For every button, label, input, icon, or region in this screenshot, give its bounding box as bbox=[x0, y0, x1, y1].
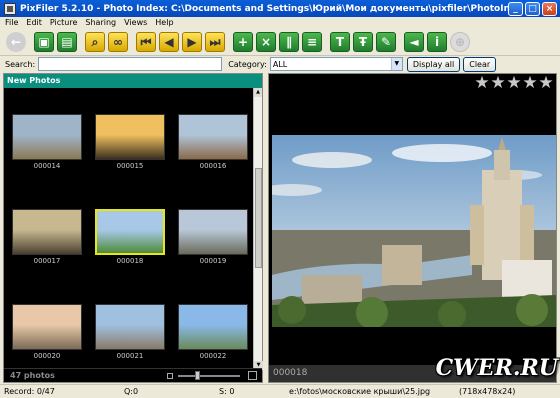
thumbnail-label: 000017 bbox=[33, 257, 61, 265]
delete-icon[interactable]: × bbox=[256, 32, 276, 52]
rating-stars[interactable]: ★ ★ ★ ★ ★ bbox=[474, 75, 554, 92]
thumbnail-image bbox=[12, 114, 82, 160]
thumbnail-label: 000016 bbox=[199, 162, 227, 170]
category-value: ALL bbox=[272, 59, 288, 69]
small-size-icon[interactable] bbox=[167, 372, 173, 379]
thumbnail-label: 000022 bbox=[199, 352, 227, 360]
thumbnail-label: 000018 bbox=[116, 257, 144, 265]
star-icon[interactable]: ★ bbox=[506, 75, 522, 92]
scroll-thumb[interactable] bbox=[255, 168, 262, 268]
chevron-down-icon[interactable]: ▼ bbox=[390, 58, 402, 70]
thumbnail-item[interactable]: 000020 bbox=[12, 304, 82, 360]
maximize-button[interactable]: □ bbox=[525, 1, 540, 16]
vertical-scrollbar[interactable]: ▲ ▼ bbox=[253, 88, 263, 370]
thumbnail-label: 000015 bbox=[116, 162, 144, 170]
thumbnail-item[interactable]: 000016 bbox=[178, 114, 248, 170]
thumbnail-item[interactable]: 000021 bbox=[95, 304, 165, 360]
back-icon[interactable]: ← bbox=[6, 32, 26, 52]
menu-sharing[interactable]: Sharing bbox=[85, 17, 116, 29]
last-icon[interactable]: ⏭ bbox=[205, 32, 225, 52]
zoom-slider-knob[interactable] bbox=[195, 370, 200, 380]
category-select[interactable]: ALL ▼ bbox=[269, 57, 403, 71]
prev-icon[interactable]: ◀ bbox=[159, 32, 179, 52]
thumbnail-item[interactable]: 000014 bbox=[12, 114, 82, 170]
thumbnail-label: 000019 bbox=[199, 257, 227, 265]
thumbnail-item[interactable]: 000015 bbox=[95, 114, 165, 170]
thumbnail-image bbox=[178, 304, 248, 350]
photo-count: 47 photos bbox=[10, 371, 55, 380]
thumbnail-image bbox=[178, 209, 248, 255]
panel-footer: 47 photos bbox=[4, 368, 262, 382]
thumbnail-label: 000014 bbox=[33, 162, 61, 170]
scroll-up-icon[interactable]: ▲ bbox=[254, 88, 262, 97]
status-dims: (718x478x24) bbox=[459, 387, 516, 396]
thumbnail-item[interactable]: 000017 bbox=[12, 209, 82, 265]
toolbar: ← ▣ ▤ ⌕ ∞ ⏮ ◀ ▶ ⏭ + × ∥ ≡ T Ŧ ✎ ◄ i ⊕ bbox=[0, 29, 560, 56]
category-label: Category: bbox=[228, 59, 267, 69]
status-q: Q:0 bbox=[124, 387, 139, 396]
thumbnail-image bbox=[12, 209, 82, 255]
info-icon[interactable]: i bbox=[427, 32, 447, 52]
menu-views[interactable]: Views bbox=[124, 17, 147, 29]
close-button[interactable]: × bbox=[542, 1, 557, 16]
menu-edit[interactable]: Edit bbox=[26, 17, 42, 29]
star-icon[interactable]: ★ bbox=[522, 75, 538, 92]
display-all-button[interactable]: Display all bbox=[406, 56, 461, 72]
text-icon[interactable]: T bbox=[330, 32, 350, 52]
status-s: S: 0 bbox=[219, 387, 235, 396]
large-size-icon[interactable] bbox=[248, 371, 257, 380]
star-icon[interactable]: ★ bbox=[490, 75, 506, 92]
clear-button[interactable]: Clear bbox=[463, 56, 497, 72]
search-input[interactable] bbox=[38, 57, 223, 71]
megaphone-icon[interactable]: ◄ bbox=[404, 32, 424, 52]
menu-picture[interactable]: Picture bbox=[50, 17, 78, 29]
watermark: CWER.RU bbox=[435, 355, 558, 381]
thumbnail-label: 000020 bbox=[33, 352, 61, 360]
next-icon[interactable]: ▶ bbox=[182, 32, 202, 52]
title-bar: PixFiler 5.2.10 - Photo Index: C:\Docume… bbox=[0, 0, 560, 17]
thumbnail-item[interactable]: 000022 bbox=[178, 304, 248, 360]
status-record: Record: 0/47 bbox=[4, 387, 55, 396]
add-icon[interactable]: + bbox=[233, 32, 253, 52]
text-bold-icon[interactable]: Ŧ bbox=[353, 32, 373, 52]
list-icon[interactable]: ≡ bbox=[302, 32, 322, 52]
first-icon[interactable]: ⏮ bbox=[136, 32, 156, 52]
menu-file[interactable]: File bbox=[5, 17, 18, 29]
binoculars-icon[interactable]: ∞ bbox=[108, 32, 128, 52]
star-icon[interactable]: ★ bbox=[538, 75, 554, 92]
menu-bar: File Edit Picture Sharing Views Help bbox=[0, 17, 560, 29]
thumbnail-item[interactable]: 000018 bbox=[95, 209, 165, 265]
menu-help[interactable]: Help bbox=[155, 17, 173, 29]
thumbnail-panel: New Photos 000014 000015 000016 000017 00001… bbox=[3, 73, 263, 383]
thumbnail-label: 000021 bbox=[116, 352, 144, 360]
zoom-slider[interactable] bbox=[178, 370, 240, 380]
thumbnail-grid: 000014 000015 000016 000017 000018 000019 0000… bbox=[4, 88, 254, 368]
find-icon[interactable]: ⌕ bbox=[85, 32, 105, 52]
thumbnail-image bbox=[95, 304, 165, 350]
clip-icon[interactable]: ∥ bbox=[279, 32, 299, 52]
status-path: e:\fotos\московские крыши\25.jpg bbox=[289, 387, 431, 396]
thumbnail-image bbox=[12, 304, 82, 350]
preview-panel: ★ ★ ★ ★ ★ 000018 bbox=[268, 73, 557, 383]
status-bar: Record: 0/47 Q:0 S: 0 e:\fotos\московски… bbox=[0, 384, 560, 398]
app-icon bbox=[4, 2, 16, 15]
edit-icon[interactable]: ✎ bbox=[376, 32, 396, 52]
search-label: Search: bbox=[5, 59, 36, 69]
web-icon[interactable]: ⊕ bbox=[450, 32, 470, 52]
minimize-button[interactable]: _ bbox=[508, 1, 523, 16]
search-bar: Search: Category: ALL ▼ Display all Clea… bbox=[0, 56, 560, 72]
thumbnail-image bbox=[178, 114, 248, 160]
thumbnail-image bbox=[95, 209, 165, 255]
preview-image bbox=[272, 135, 556, 327]
thumbnail-item[interactable]: 000019 bbox=[178, 209, 248, 265]
photo-icon[interactable]: ▣ bbox=[34, 32, 54, 52]
panel-header: New Photos bbox=[4, 74, 262, 88]
star-icon[interactable]: ★ bbox=[474, 75, 490, 92]
window-title: PixFiler 5.2.10 - Photo Index: C:\Docume… bbox=[20, 3, 508, 14]
scanner-icon[interactable]: ▤ bbox=[57, 32, 77, 52]
thumbnail-image bbox=[95, 114, 165, 160]
